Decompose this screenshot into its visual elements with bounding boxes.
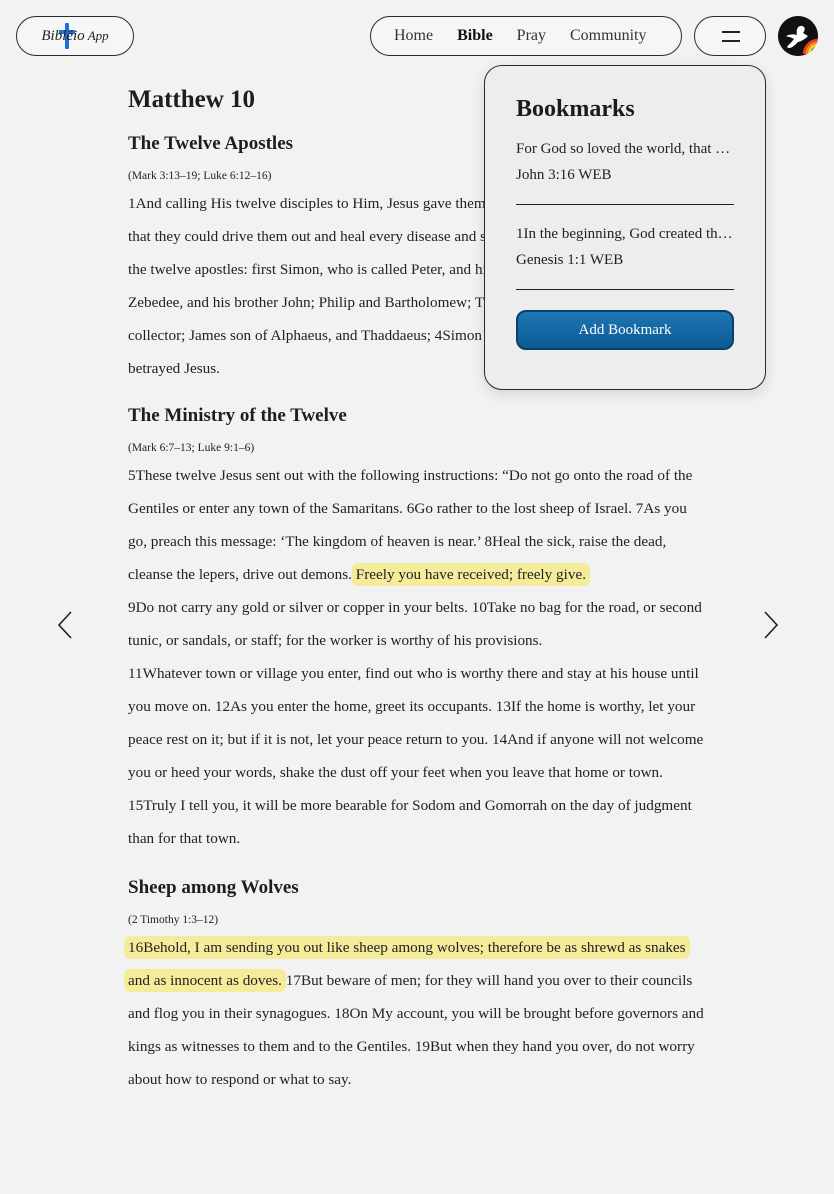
bookmark-item[interactable]: 1In the beginning, God created the heave… bbox=[516, 205, 734, 290]
add-bookmark-button[interactable]: Add Bookmark bbox=[516, 310, 734, 350]
bookmark-text: For God so loved the world, that he gave… bbox=[516, 141, 734, 157]
rainbow-dove-avatar bbox=[778, 16, 818, 56]
previous-chapter-button[interactable] bbox=[56, 610, 76, 640]
section-crossref[interactable]: (2 Timothy 1:3–12) bbox=[128, 914, 708, 926]
highlighted-verse[interactable]: Freely you have received; freely give. bbox=[351, 563, 590, 586]
verse-paragraph[interactable]: 5These twelve Jesus sent out with the fo… bbox=[128, 459, 708, 591]
verse-paragraph[interactable]: 16Behold, I am sending you out like shee… bbox=[124, 931, 708, 1096]
bookmark-reference: John 3:16 WEB bbox=[516, 167, 612, 183]
nav-community[interactable]: Community bbox=[570, 27, 646, 45]
bookmark-text: 1In the beginning, God created the heave… bbox=[516, 226, 734, 242]
chevron-left-icon bbox=[57, 611, 72, 639]
bookmark-item[interactable]: For God so loved the world, that he gave… bbox=[516, 123, 734, 205]
chevron-right-icon bbox=[764, 611, 779, 639]
bookmarks-title: Bookmarks bbox=[516, 96, 635, 122]
logo-button[interactable]: Biblēio App bbox=[16, 16, 134, 56]
nav-pray[interactable]: Pray bbox=[517, 27, 546, 45]
section-title: The Ministry of the Twelve bbox=[128, 405, 347, 426]
next-chapter-button[interactable] bbox=[760, 610, 780, 640]
logo-main: Biblēio bbox=[41, 27, 85, 44]
logo-sub: App bbox=[87, 27, 109, 43]
bookmark-reference: Genesis 1:1 WEB bbox=[516, 252, 624, 268]
avatar[interactable] bbox=[778, 16, 818, 56]
main-nav: Home Bible Pray Community bbox=[370, 16, 682, 56]
nav-bible[interactable]: Bible bbox=[457, 27, 493, 45]
section-title: Sheep among Wolves bbox=[128, 877, 299, 898]
verse-paragraph[interactable]: 11Whatever town or village you enter, fi… bbox=[128, 657, 708, 855]
nav-home[interactable]: Home bbox=[394, 27, 433, 45]
menu-button[interactable] bbox=[694, 16, 766, 56]
bookmarks-panel: Bookmarks For God so loved the world, th… bbox=[484, 65, 766, 390]
section-crossref[interactable]: (Mark 6:7–13; Luke 9:1–6) bbox=[128, 442, 708, 454]
logo-text: Biblēio App bbox=[41, 28, 108, 45]
verse-paragraph[interactable]: 9Do not carry any gold or silver or copp… bbox=[128, 591, 708, 657]
